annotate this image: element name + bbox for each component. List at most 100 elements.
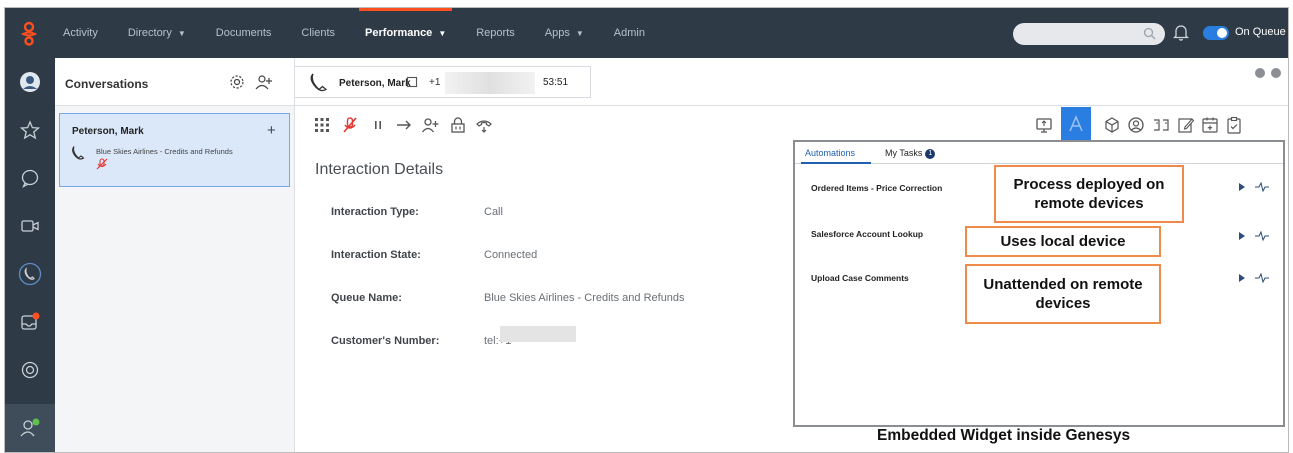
scripts-icon[interactable] [1152, 116, 1170, 134]
nav-activity-label: Activity [63, 27, 98, 39]
agent-status-icon [20, 418, 40, 437]
nav-activity[interactable]: Activity [63, 8, 98, 58]
search-input[interactable] [1013, 23, 1165, 45]
nav-documents[interactable]: Documents [216, 8, 272, 58]
embedded-automation-widget: Automations My Tasks 1 Ordered Items - Pr… [793, 140, 1285, 427]
muted-microphone-icon [96, 158, 108, 170]
rail-chat[interactable] [5, 154, 55, 202]
nav-apps-label: Apps [544, 27, 570, 39]
settings-gear-icon[interactable] [229, 74, 245, 90]
tab-automations[interactable]: Automations [805, 148, 855, 158]
nav-reports-label: Reports [476, 27, 515, 39]
widget-tabs: Automations My Tasks 1 [795, 142, 1283, 164]
conversation-card[interactable]: Peterson, Mark + Blue Skies Airlines - C… [59, 113, 290, 187]
automation-widget-button[interactable] [1061, 107, 1091, 141]
top-navigation-bar: Activity Directory ▼ Documents Clients Pe… [5, 8, 1288, 58]
call-controls-toolbar [295, 107, 1288, 141]
genesys-logo-icon [20, 21, 38, 46]
window-control-icon[interactable] [1271, 68, 1281, 78]
interaction-type-value: Call [484, 206, 503, 218]
cube-icon[interactable] [1103, 116, 1121, 134]
caller-number: +1 [429, 77, 441, 88]
screen-share-icon[interactable] [1035, 116, 1053, 134]
contact-icon[interactable] [1127, 116, 1145, 134]
queue-name-label: Queue Name: [331, 292, 402, 304]
copy-icon[interactable] [406, 76, 418, 88]
widget-caption: Embedded Widget inside Genesys [877, 427, 1131, 444]
interaction-type-label: Interaction Type: [331, 206, 419, 218]
add-button[interactable]: + [267, 122, 276, 139]
search-icon [1143, 27, 1156, 40]
nav-reports[interactable]: Reports [476, 8, 515, 58]
add-participant-icon[interactable] [255, 74, 273, 90]
nav-performance[interactable]: Performance ▼ [359, 8, 453, 58]
notifications-bell-icon[interactable] [1173, 23, 1189, 41]
caller-name: Peterson, Mark [339, 78, 411, 89]
nav-admin[interactable]: Admin [614, 8, 645, 58]
calendar-add-icon[interactable] [1201, 116, 1219, 134]
clipboard-check-icon[interactable] [1225, 116, 1243, 134]
nav-clients[interactable]: Clients [301, 8, 335, 58]
nav-admin-label: Admin [613, 27, 645, 39]
rail-phone[interactable] [5, 250, 55, 298]
disconnect-icon[interactable] [475, 116, 493, 134]
active-tab-indicator [801, 162, 871, 164]
conversations-title: Conversations [65, 77, 149, 91]
avatar-icon [20, 72, 40, 92]
callout-unattended-remote: Unattended on remote devices [965, 264, 1161, 324]
automation-item[interactable]: Upload Case Comments [811, 273, 909, 283]
tab-my-tasks-label: My Tasks [885, 148, 923, 158]
nav-directory[interactable]: Directory ▼ [128, 8, 186, 58]
redacted-number [445, 72, 535, 94]
add-participant-icon[interactable] [421, 116, 439, 134]
activity-pulse-icon[interactable] [1255, 231, 1269, 241]
callout-remote-deployed: Process deployed on remote devices [994, 165, 1184, 223]
play-icon[interactable] [1239, 183, 1245, 191]
chevron-down-icon: ▼ [177, 28, 186, 38]
app-window: Activity Directory ▼ Documents Clients Pe… [4, 7, 1289, 453]
main-nav: Activity Directory ▼ Documents Clients Pe… [63, 8, 675, 58]
automation-item[interactable]: Salesforce Account Lookup [811, 229, 923, 239]
phone-icon [72, 146, 85, 160]
tab-my-tasks[interactable]: My Tasks 1 [885, 148, 936, 159]
on-queue-label: On Queue [1235, 26, 1286, 38]
chevron-down-icon: ▼ [438, 28, 447, 38]
video-icon [21, 220, 39, 232]
tasks-count-badge: 1 [925, 148, 936, 159]
automation-a-icon [1069, 115, 1083, 132]
phone-icon [310, 73, 328, 92]
rail-favorites[interactable] [5, 106, 55, 154]
window-control-icon[interactable] [1255, 68, 1265, 78]
rail-video[interactable] [5, 202, 55, 250]
play-icon[interactable] [1239, 232, 1245, 240]
left-rail [5, 58, 55, 452]
chat-bubble-icon [21, 169, 39, 188]
play-icon[interactable] [1239, 274, 1245, 282]
lifebuoy-icon [21, 361, 39, 379]
mute-icon[interactable] [341, 116, 359, 134]
nav-performance-label: Performance [365, 27, 433, 39]
nav-apps[interactable]: Apps ▼ [545, 8, 584, 58]
automation-item[interactable]: Ordered Items - Price Correction [811, 183, 942, 193]
dialpad-icon[interactable] [313, 116, 331, 134]
hold-icon[interactable] [369, 116, 387, 134]
inbox-alert-icon [21, 312, 40, 330]
rail-inbox[interactable] [5, 298, 55, 346]
activity-pulse-icon[interactable] [1255, 182, 1269, 192]
call-header: Peterson, Mark +1 53:51 [295, 58, 1288, 106]
rail-support[interactable] [5, 346, 55, 394]
customer-number-label: Customer's Number: [331, 335, 440, 347]
transfer-icon[interactable] [395, 116, 413, 134]
queue-name-value: Blue Skies Airlines - Credits and Refund… [484, 292, 685, 304]
phone-icon [18, 262, 42, 286]
activity-pulse-icon[interactable] [1255, 273, 1269, 283]
secure-pause-icon[interactable] [449, 116, 467, 134]
rail-agent-status[interactable] [5, 404, 55, 452]
rail-avatar[interactable] [5, 58, 55, 106]
on-queue-toggle[interactable] [1203, 26, 1229, 40]
edit-note-icon[interactable] [1177, 116, 1195, 134]
call-timer: 53:51 [543, 77, 569, 88]
nav-directory-label: Directory [127, 27, 172, 39]
star-icon [20, 120, 40, 140]
nav-documents-label: Documents [215, 27, 272, 39]
